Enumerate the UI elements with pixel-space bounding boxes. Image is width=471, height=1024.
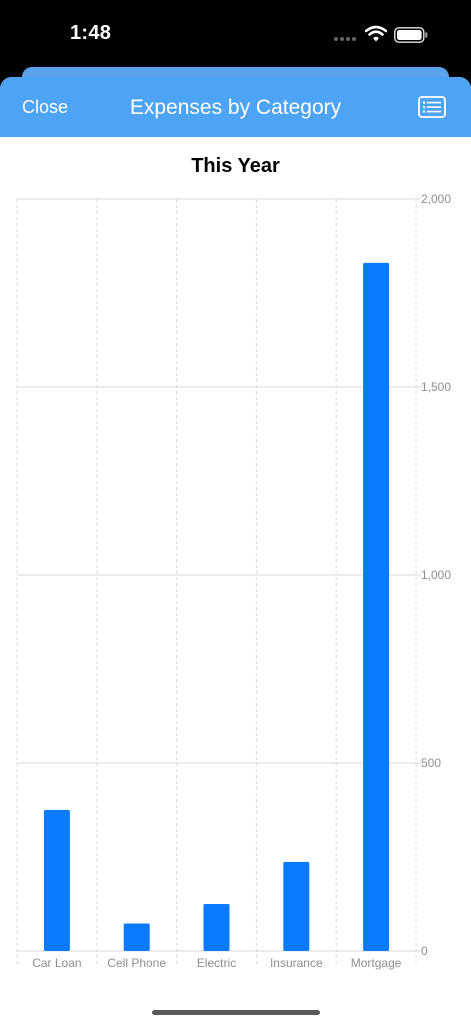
- x-tick-label: Car Loan: [32, 956, 81, 970]
- status-time: 1:48: [70, 22, 112, 44]
- wifi-icon: [365, 25, 387, 42]
- bar: [363, 262, 390, 951]
- battery-icon: [394, 27, 428, 43]
- cellular-signal-icon: [334, 37, 358, 43]
- y-tick-label: 1,000: [421, 568, 451, 582]
- modal-sheet: Close Expenses by Category This Year 0 50…: [0, 77, 471, 1024]
- bar: [123, 923, 150, 951]
- bar: [43, 810, 70, 951]
- bar-chart: 0 500 1,000 1,500 2,000 Car Loan Cell Phone Ele…: [16, 192, 451, 970]
- y-tick-label: 1,500: [421, 380, 451, 394]
- y-tick-label: 2,000: [421, 192, 451, 206]
- bar: [283, 861, 310, 951]
- x-tick-label: Cell Phone: [107, 956, 166, 970]
- x-tick-label: Electric: [197, 956, 236, 970]
- x-tick-label: Insurance: [270, 956, 323, 970]
- y-tick-label: 0: [421, 944, 428, 958]
- y-tick-label: 500: [421, 756, 441, 770]
- status-bar: 1:48: [0, 0, 471, 70]
- home-indicator: [152, 1010, 320, 1015]
- bar: [203, 904, 230, 951]
- x-tick-label: Mortgage: [351, 956, 402, 970]
